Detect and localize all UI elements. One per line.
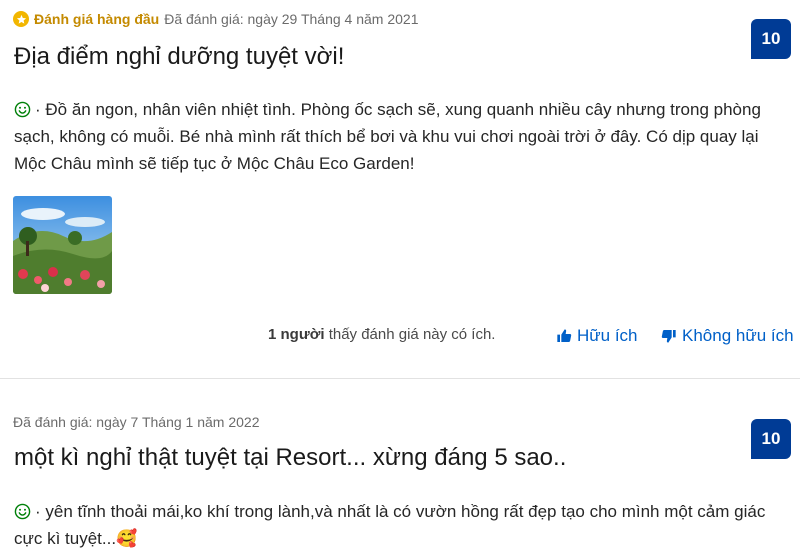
smile-icon (14, 101, 31, 118)
helpful-button[interactable]: Hữu ích (556, 326, 638, 346)
helpful-count-suffix: thấy đánh giá này có ích. (324, 326, 496, 343)
review-photo[interactable] (13, 196, 112, 294)
review-title: Địa điểm nghỉ dưỡng tuyệt vời! (14, 43, 345, 70)
review-card: Đã đánh giá: ngày 7 Tháng 1 năm 2022 một… (0, 381, 800, 556)
review-score-badge: 10 (751, 19, 791, 59)
top-review-badge: Đánh giá hàng đầu (13, 11, 159, 27)
review-text: · yên tĩnh thoải mái,ko khí trong lành,v… (14, 498, 789, 552)
review-date: Đã đánh giá: ngày 7 Tháng 1 năm 2022 (13, 414, 260, 430)
star-icon (13, 11, 29, 27)
review-score-badge: 10 (751, 419, 791, 459)
review-date: Đã đánh giá: ngày 29 Tháng 4 năm 2021 (164, 11, 419, 27)
helpful-label: Hữu ích (577, 326, 638, 345)
smile-icon (14, 503, 31, 520)
review-title: một kì nghỉ thật tuyệt tại Resort... xừn… (14, 444, 567, 471)
not-helpful-button[interactable]: Không hữu ích (661, 326, 794, 346)
review-card: Đánh giá hàng đầu Đã đánh giá: ngày 29 T… (0, 0, 800, 380)
top-review-label: Đánh giá hàng đầu (34, 11, 160, 27)
thumbs-up-icon (557, 329, 572, 342)
review-text: · Đồ ăn ngon, nhân viên nhiệt tình. Phòn… (14, 96, 789, 177)
review-meta: Đã đánh giá: ngày 7 Tháng 1 năm 2022 (13, 414, 259, 430)
emoji-smiling-hearts: 🥰 (116, 529, 138, 548)
helpful-count-text: 1 người thấy đánh giá này có ích. (268, 326, 495, 343)
review-divider (0, 378, 800, 379)
helpful-count: 1 người (268, 326, 325, 343)
thumbs-down-icon (661, 330, 676, 343)
not-helpful-label: Không hữu ích (682, 326, 794, 345)
review-text-content: · Đồ ăn ngon, nhân viên nhiệt tình. Phòn… (14, 100, 761, 173)
review-meta: Đánh giá hàng đầu Đã đánh giá: ngày 29 T… (13, 11, 419, 27)
